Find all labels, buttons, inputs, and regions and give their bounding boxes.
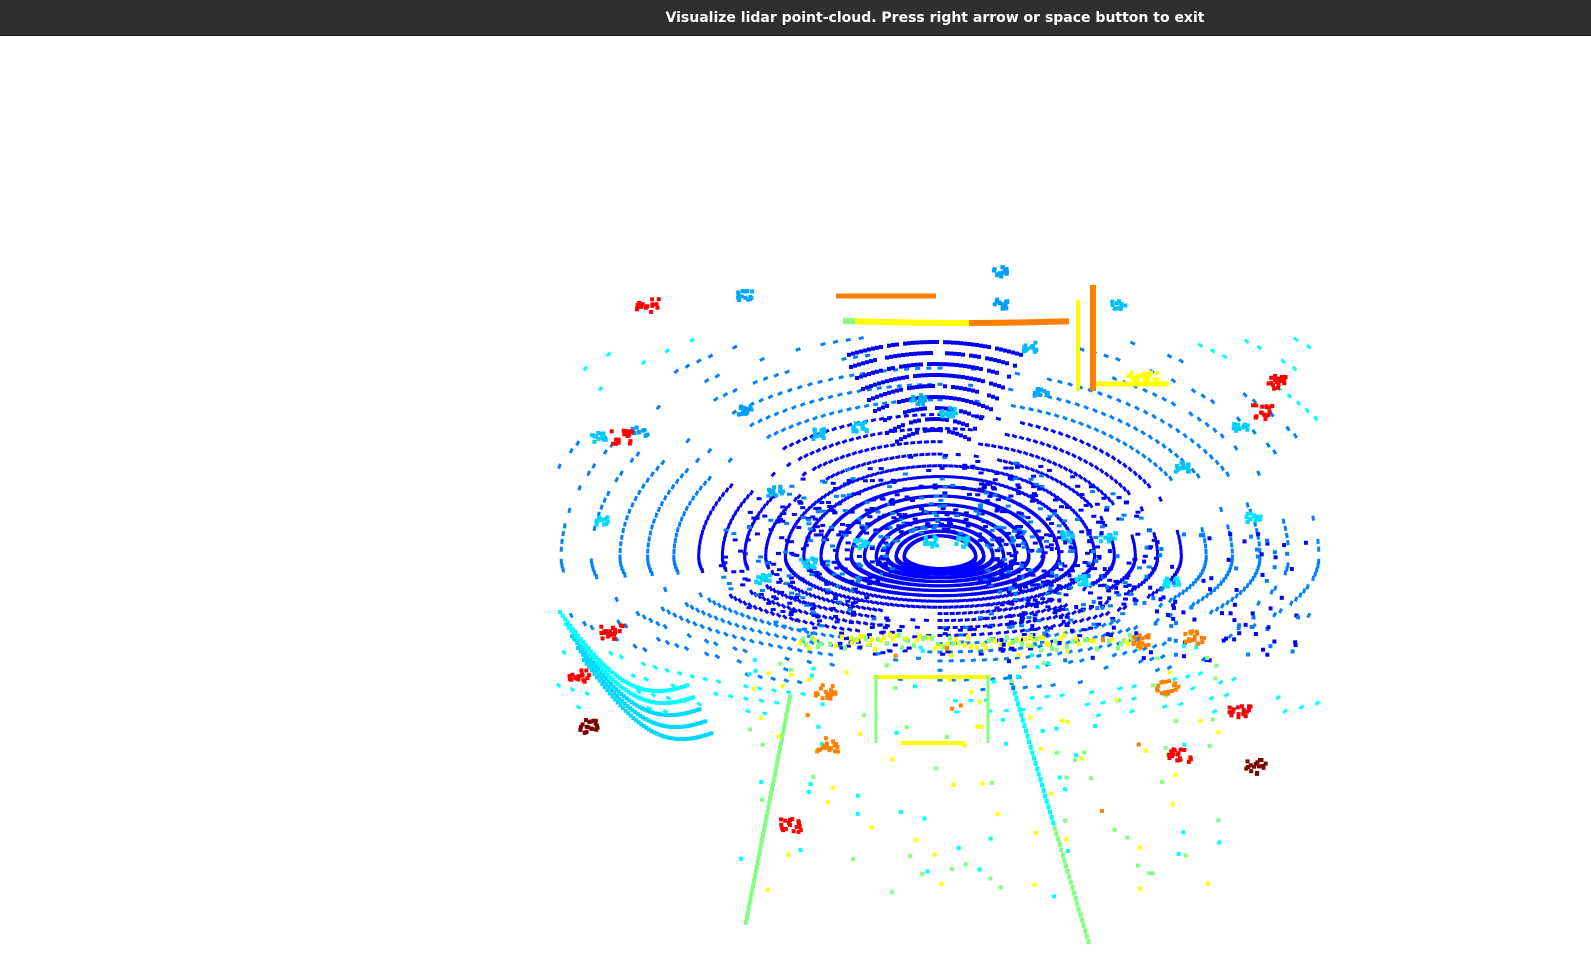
window-title: Visualize lidar point-cloud. Press right… (665, 10, 1205, 26)
point-cloud-canvas[interactable] (0, 37, 1591, 953)
object-points (590, 265, 1263, 589)
visualizer-window: Visualize lidar point-cloud. Press right… (0, 0, 1591, 953)
far-arc-points (847, 340, 1023, 444)
window-titlebar[interactable]: Visualize lidar point-cloud. Press right… (0, 0, 1591, 36)
lower-points (558, 531, 1308, 945)
point-cloud-viewport[interactable] (0, 37, 1591, 953)
